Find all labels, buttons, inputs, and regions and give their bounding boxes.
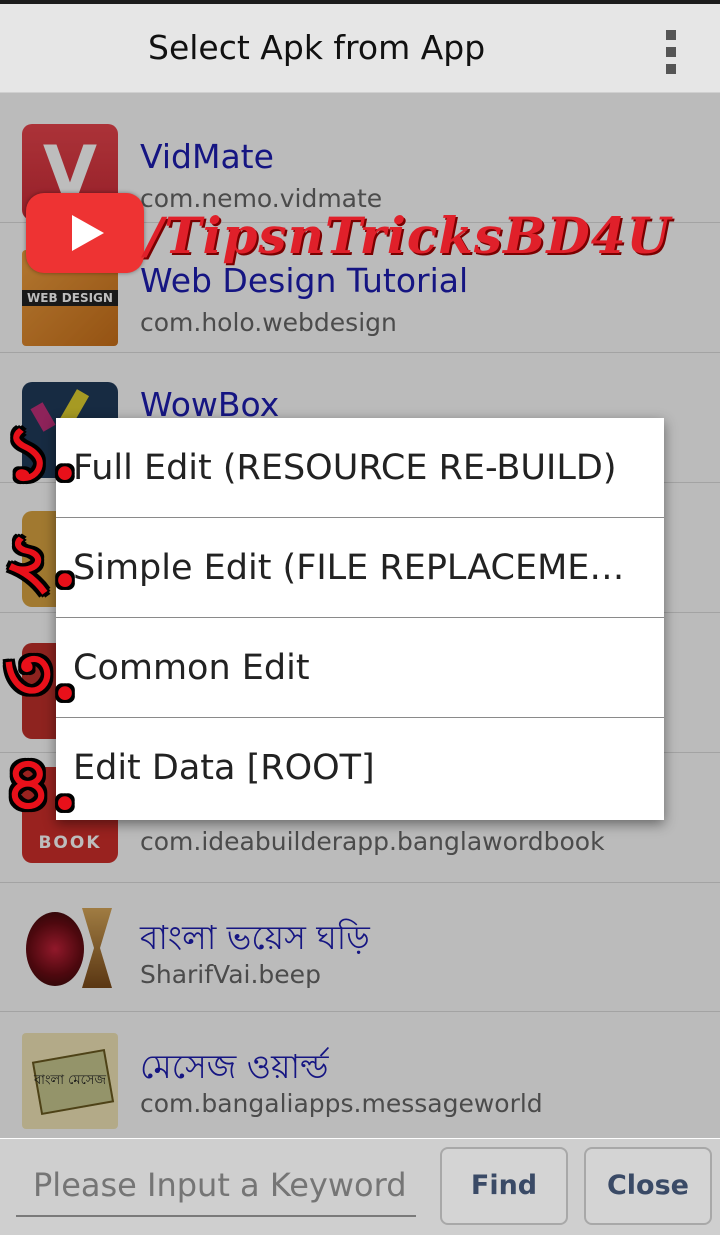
overflow-menu-icon[interactable] <box>664 30 678 74</box>
annotation-number-3: ৩. <box>4 631 78 717</box>
channel-watermark: /TipsnTricksBD4U <box>145 206 672 265</box>
search-input[interactable] <box>16 1155 416 1217</box>
annotation-number-4: ৪. <box>4 741 78 827</box>
edit-mode-dialog: Full Edit (RESOURCE RE-BUILD) Simple Edi… <box>56 418 664 820</box>
youtube-play-icon <box>26 193 144 273</box>
annotation-number-1: ১. <box>4 411 78 497</box>
app-bar: Select Apk from App <box>0 4 720 93</box>
annotation-number-2: ২. <box>4 518 78 604</box>
search-bar: Find Close <box>0 1139 720 1235</box>
menu-item-simple-edit[interactable]: Simple Edit (FILE REPLACEMENT) <box>56 518 664 618</box>
find-button[interactable]: Find <box>440 1147 568 1225</box>
close-button[interactable]: Close <box>584 1147 712 1225</box>
menu-item-common-edit[interactable]: Common Edit <box>56 618 664 718</box>
page-title: Select Apk from App <box>148 28 486 67</box>
menu-item-edit-data-root[interactable]: Edit Data [ROOT] <box>56 718 664 818</box>
menu-item-full-edit[interactable]: Full Edit (RESOURCE RE-BUILD) <box>56 418 664 518</box>
